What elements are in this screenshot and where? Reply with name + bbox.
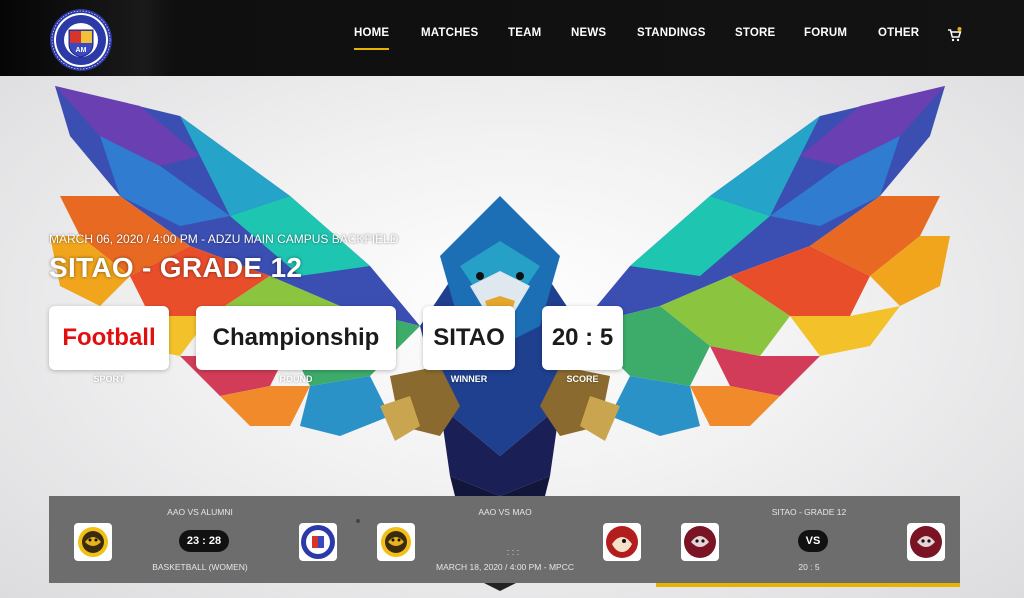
maroon-beast-logo	[906, 522, 946, 562]
round-label: ROUND	[279, 374, 313, 384]
slide-1-score: 23 : 28	[179, 530, 229, 552]
slide-3-subtitle: 20 : 5	[798, 562, 820, 572]
cart-icon[interactable]	[947, 27, 963, 43]
red-eagle-logo	[602, 522, 642, 562]
score-label: SCORE	[566, 374, 599, 384]
university-seal-logo	[298, 522, 338, 562]
nav-home[interactable]: HOME	[354, 27, 390, 50]
slide-3-title[interactable]: SITAO - GRADE 12	[757, 507, 861, 517]
carousel-progress-bar	[656, 583, 960, 587]
match-title[interactable]: SITAO - GRADE 12	[49, 252, 302, 284]
nav-other[interactable]: OTHER	[878, 27, 919, 43]
nav-news[interactable]: NEWS	[571, 27, 606, 43]
slide-1-subtitle: BASKETBALL (WOMEN)	[152, 562, 248, 572]
winner-label: WINNER	[450, 374, 488, 384]
sport-label: SPORT	[93, 374, 125, 384]
match-date-venue: MARCH 06, 2020 / 4:00 PM - ADZU MAIN CAM…	[49, 232, 399, 246]
tiger-logo	[376, 522, 416, 562]
main-nav: HOME MATCHES TEAM NEWS STANDINGS STORE F…	[0, 0, 1024, 76]
tiger-logo	[73, 522, 113, 562]
maroon-beast-logo	[680, 522, 720, 562]
nav-forum[interactable]: FORUM	[804, 27, 847, 43]
score-stat: 20 : 5	[542, 306, 623, 370]
slide-3-vs-badge: VS	[798, 530, 828, 552]
sport-stat: Football	[49, 306, 169, 370]
top-navigation-bar: AM HOME MATCHES TEAM NEWS STANDINGS STOR…	[0, 0, 1024, 76]
slide-2-title[interactable]: AAO VS MAO	[453, 507, 557, 517]
winner-stat: SITAO	[423, 306, 515, 370]
nav-matches[interactable]: MATCHES	[421, 27, 478, 43]
nav-team[interactable]: TEAM	[508, 27, 541, 43]
matches-carousel: AAO VS ALUMNI 23 : 28 BASKETBALL (WOMEN)…	[49, 496, 960, 587]
slide-1-title[interactable]: AAO VS ALUMNI	[147, 507, 253, 517]
slide-2-score-placeholder: : : :	[506, 547, 520, 557]
nav-standings[interactable]: STANDINGS	[637, 27, 706, 43]
carousel-dot[interactable]	[356, 519, 360, 523]
slide-2-subtitle: MARCH 18, 2020 / 4:00 PM - MPCC	[436, 562, 574, 572]
round-stat: Championship	[196, 306, 396, 370]
nav-store[interactable]: STORE	[735, 27, 775, 43]
